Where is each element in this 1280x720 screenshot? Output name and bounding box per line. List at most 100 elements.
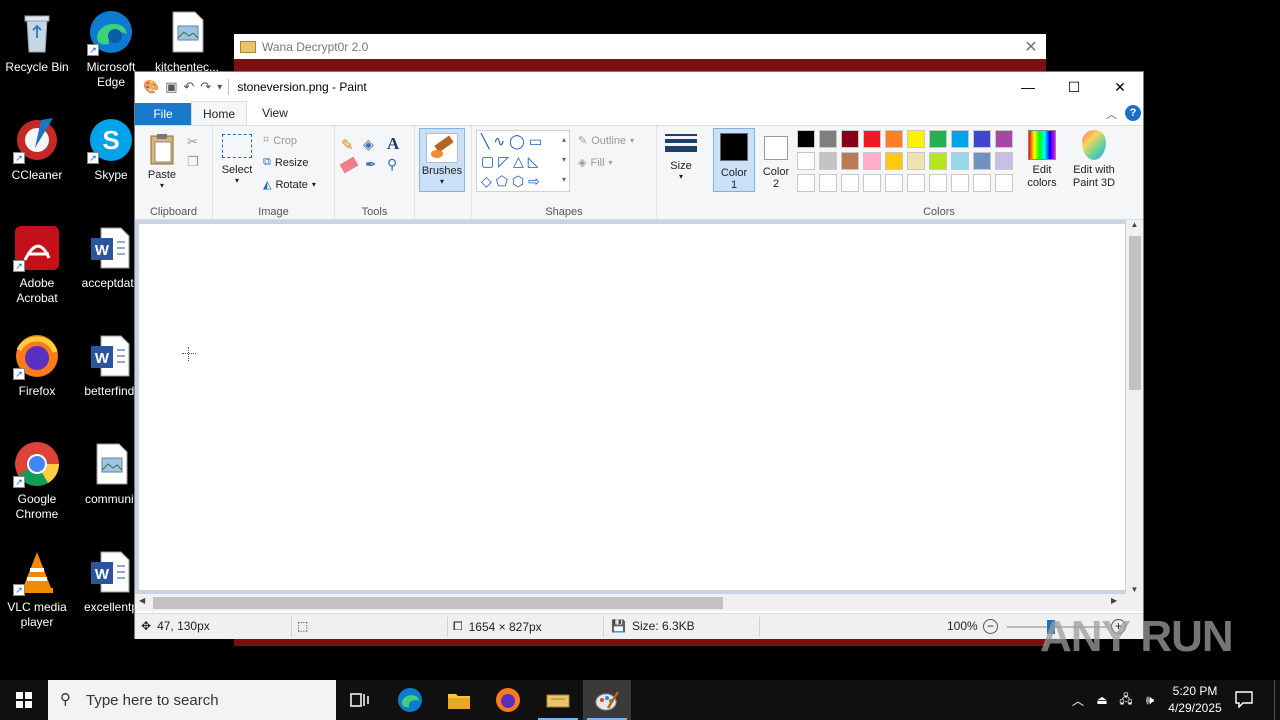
redo-icon[interactable]: ↷ [200,79,211,95]
color-swatch[interactable] [951,152,969,170]
desktop-icon-adobe-acrobat[interactable]: ↗ Adobe Acrobat [0,224,74,306]
color-swatch[interactable] [907,130,925,148]
collapse-ribbon-icon[interactable]: ︿ [1106,106,1117,122]
color-swatch[interactable] [973,152,991,170]
close-button[interactable]: ✕ [1097,72,1143,102]
custom-color-slot[interactable] [819,174,837,192]
tab-file[interactable]: File [135,103,191,125]
help-icon[interactable]: ? [1125,105,1141,121]
fill-bucket-icon[interactable]: ◈ [363,136,374,153]
save-icon[interactable]: ▣ [165,79,177,95]
custom-color-slot[interactable] [995,174,1013,192]
undo-icon[interactable]: ↶ [183,79,194,95]
desktop-icon-kitchentec[interactable]: kitchentec... [150,8,224,75]
customize-qat-icon[interactable]: ▾ [217,82,222,93]
magnifier-icon[interactable]: ⚲ [387,156,397,173]
colors-group-label: Colors [923,206,955,218]
wana-close-button[interactable]: ✕ [1016,37,1046,57]
outline-button[interactable]: ✎ Outline ▾ [578,134,634,148]
network-icon[interactable]: 🖧 [1114,690,1138,711]
color-swatch[interactable] [841,130,859,148]
color-swatch[interactable] [929,130,947,148]
color-swatch[interactable] [863,130,881,148]
color-picker-icon[interactable]: ✒ [365,156,377,173]
custom-color-slot[interactable] [951,174,969,192]
color-swatch[interactable] [885,130,903,148]
edit-with-paint3d-button[interactable]: Edit with Paint 3D [1065,130,1123,190]
scroll-down-icon[interactable]: ▼ [1126,585,1143,594]
color-swatch[interactable] [797,130,815,148]
taskbar-edge[interactable] [386,680,434,720]
rotate-button[interactable]: ◭ Rotate ▾ [263,178,316,192]
shapes-scroll[interactable]: ▴ ▾ ▾ [558,130,570,192]
crop-icon: ⌗ [263,134,270,146]
shapes-gallery[interactable]: ╲∿◯▭ ▢◸△◺ ◇⬠⬡⇨ [476,130,570,192]
scroll-left-icon[interactable]: ◀ [139,596,145,605]
custom-color-slot[interactable] [797,174,815,192]
vertical-scrollbar[interactable]: ▲ ▼ [1126,220,1143,594]
color-swatch[interactable] [973,130,991,148]
show-desktop-button[interactable] [1274,680,1280,720]
text-tool-icon[interactable]: A [387,134,399,154]
color-swatch[interactable] [995,130,1013,148]
select-button[interactable]: Select ▾ [219,132,255,185]
tab-view[interactable]: View [247,101,303,125]
edit-colors-button[interactable]: Edit colors [1019,130,1065,190]
copy-icon[interactable]: ❐ [187,154,199,170]
taskbar-firefox[interactable] [484,680,532,720]
custom-color-slot[interactable] [885,174,903,192]
maximize-button[interactable]: ☐ [1051,72,1097,102]
custom-color-slot[interactable] [929,174,947,192]
vertical-scroll-thumb[interactable] [1129,236,1141,390]
volume-icon[interactable]: 🕪 [1138,692,1162,708]
taskbar-wana-decryptor[interactable] [534,680,582,720]
color-swatch[interactable] [951,130,969,148]
cut-icon[interactable]: ✂ [187,134,198,150]
desktop-icon-firefox[interactable]: ↗ Firefox [0,332,74,399]
horizontal-scroll-thumb[interactable] [153,597,723,609]
minimize-button[interactable]: — [1005,72,1051,102]
desktop-icon-google-chrome[interactable]: ↗ Google Chrome [0,440,74,522]
custom-color-slot[interactable] [863,174,881,192]
resize-button[interactable]: ⧉ Resize [263,156,308,169]
pencil-icon[interactable]: ✎ [341,136,354,154]
desktop-icon-vlc[interactable]: ↗ VLC media player [0,548,74,630]
notifications-icon[interactable] [1234,690,1260,710]
tab-home[interactable]: Home [191,101,247,125]
color-swatch[interactable] [995,152,1013,170]
desktop-icon-recycle-bin[interactable]: Recycle Bin [0,8,74,75]
paint-window[interactable]: 🎨 ▣ ↶ ↷ ▾ stoneversion.png - Paint — ☐ ✕… [134,71,1144,639]
taskbar-file-explorer[interactable] [435,680,483,720]
show-hidden-icons-icon[interactable]: ︿ [1066,692,1090,709]
color-swatch[interactable] [819,152,837,170]
horizontal-scrollbar[interactable]: ◀ ▶ [135,594,1143,611]
color-swatch[interactable] [819,130,837,148]
color-swatch[interactable] [863,152,881,170]
color-swatch[interactable] [797,152,815,170]
custom-color-slot[interactable] [973,174,991,192]
drawing-canvas[interactable] [139,224,1125,590]
taskbar-search-input[interactable]: ⚲ Type here to search [48,680,336,720]
custom-color-slot[interactable] [841,174,859,192]
start-button[interactable] [0,680,48,720]
window-title: stoneversion.png - Paint [237,80,367,94]
scroll-up-icon[interactable]: ▲ [1126,220,1143,229]
safely-remove-hardware-icon[interactable]: ⏏ [1090,693,1114,707]
color-swatch[interactable] [885,152,903,170]
custom-color-slot[interactable] [907,174,925,192]
color-swatch[interactable] [907,152,925,170]
taskbar-clock[interactable]: 5:20 PM 4/29/2025 [1160,683,1230,717]
taskbar-paint[interactable] [583,680,631,720]
brushes-button[interactable]: Brushes ▾ [419,128,465,192]
color-swatch[interactable] [929,152,947,170]
color-swatch[interactable] [841,152,859,170]
size-button[interactable]: Size ▾ [661,130,701,181]
paste-button[interactable]: Paste ▾ [143,132,181,190]
crop-button[interactable]: ⌗ Crop [263,134,297,147]
zoom-out-button[interactable]: − [983,619,998,634]
eraser-icon[interactable] [339,156,359,174]
desktop-icon-ccleaner[interactable]: ↗ CCleaner [0,116,74,183]
fill-button[interactable]: ◈ Fill ▾ [578,156,613,170]
task-view-button[interactable] [336,680,384,720]
scroll-right-icon[interactable]: ▶ [1111,596,1117,605]
